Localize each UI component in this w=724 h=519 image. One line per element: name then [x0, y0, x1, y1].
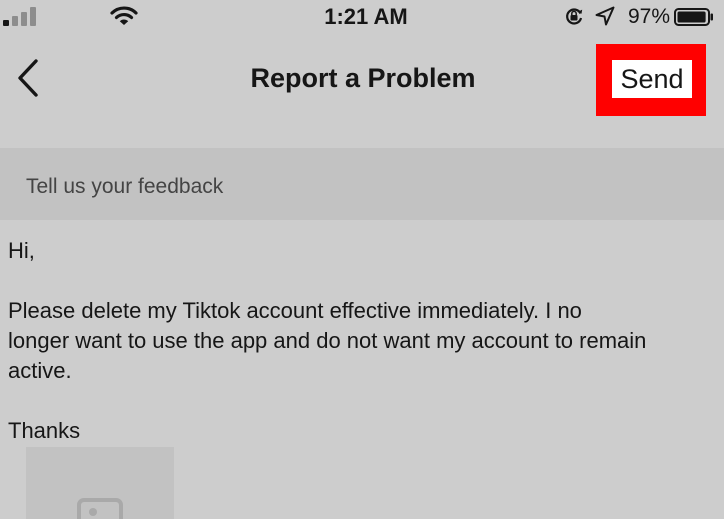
wifi-icon — [110, 6, 138, 25]
message-line: active. — [8, 358, 72, 383]
message-line: Hi, — [8, 238, 35, 263]
feedback-message-textarea[interactable]: Hi, Please delete my Tiktok account effe… — [8, 236, 720, 446]
chevron-left-icon[interactable] — [10, 56, 46, 100]
signal-icon — [3, 6, 36, 26]
location-arrow-icon — [595, 6, 615, 26]
add-image-button[interactable] — [26, 447, 174, 519]
nav-bar: Report a Problem Send — [0, 36, 724, 122]
image-icon — [77, 498, 123, 519]
message-line: longer want to use the app and do not wa… — [8, 328, 647, 353]
status-time: 1:21 AM — [324, 4, 408, 29]
status-bar: 1:21 AM 97% — [0, 0, 724, 36]
message-line: Please delete my Tiktok account effectiv… — [8, 298, 582, 323]
battery-icon — [674, 8, 713, 26]
feedback-header: Tell us your feedback — [0, 148, 724, 220]
report-problem-screen: 1:21 AM 97% Report a Problem Send Tell u… — [0, 0, 724, 519]
feedback-label: Tell us your feedback — [26, 175, 224, 198]
page-title: Report a Problem — [250, 63, 476, 93]
send-button[interactable]: Send — [612, 60, 692, 98]
message-line: Thanks — [8, 418, 81, 443]
rotation-lock-icon — [566, 8, 583, 25]
battery-percent: 97% — [627, 5, 670, 28]
